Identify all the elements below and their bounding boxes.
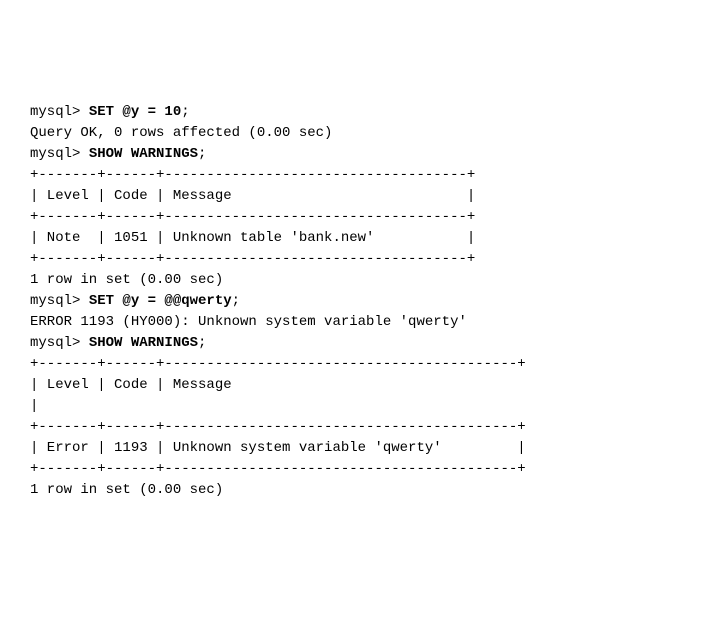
output-text: ERROR 1193 (HY000): Unknown system varia… <box>30 314 467 330</box>
output-text: +-------+------+------------------------… <box>30 251 475 267</box>
output-text: mysql> <box>30 104 89 120</box>
output-text: ; <box>198 335 206 351</box>
output-text: mysql> <box>30 335 89 351</box>
output-text: +-------+------+------------------------… <box>30 209 475 225</box>
terminal-output: mysql> SET @y = 10; Query OK, 0 rows aff… <box>30 102 690 501</box>
output-text: | <box>30 398 38 414</box>
output-text: 1 row in set (0.00 sec) <box>30 482 223 498</box>
output-text: ; <box>181 104 189 120</box>
output-text: mysql> <box>30 146 89 162</box>
command-text: SHOW WARNINGS <box>89 146 198 162</box>
output-text: | Level | Code | Message | <box>30 188 475 204</box>
output-text: +-------+------+------------------------… <box>30 419 526 435</box>
output-text: | Note | 1051 | Unknown table 'bank.new'… <box>30 230 475 246</box>
output-text: | Level | Code | Message <box>30 377 517 393</box>
output-text: 1 row in set (0.00 sec) <box>30 272 223 288</box>
command-text: SHOW WARNINGS <box>89 335 198 351</box>
output-text: ; <box>198 146 206 162</box>
output-text: +-------+------+------------------------… <box>30 461 526 477</box>
command-text: SET @y = @@qwerty <box>89 293 232 309</box>
output-text: | Error | 1193 | Unknown system variable… <box>30 440 526 456</box>
output-text: +-------+------+------------------------… <box>30 356 526 372</box>
output-text: +-------+------+------------------------… <box>30 167 475 183</box>
output-text: mysql> <box>30 293 89 309</box>
output-text: ; <box>232 293 240 309</box>
output-text: Query OK, 0 rows affected (0.00 sec) <box>30 125 332 141</box>
command-text: SET @y = 10 <box>89 104 181 120</box>
